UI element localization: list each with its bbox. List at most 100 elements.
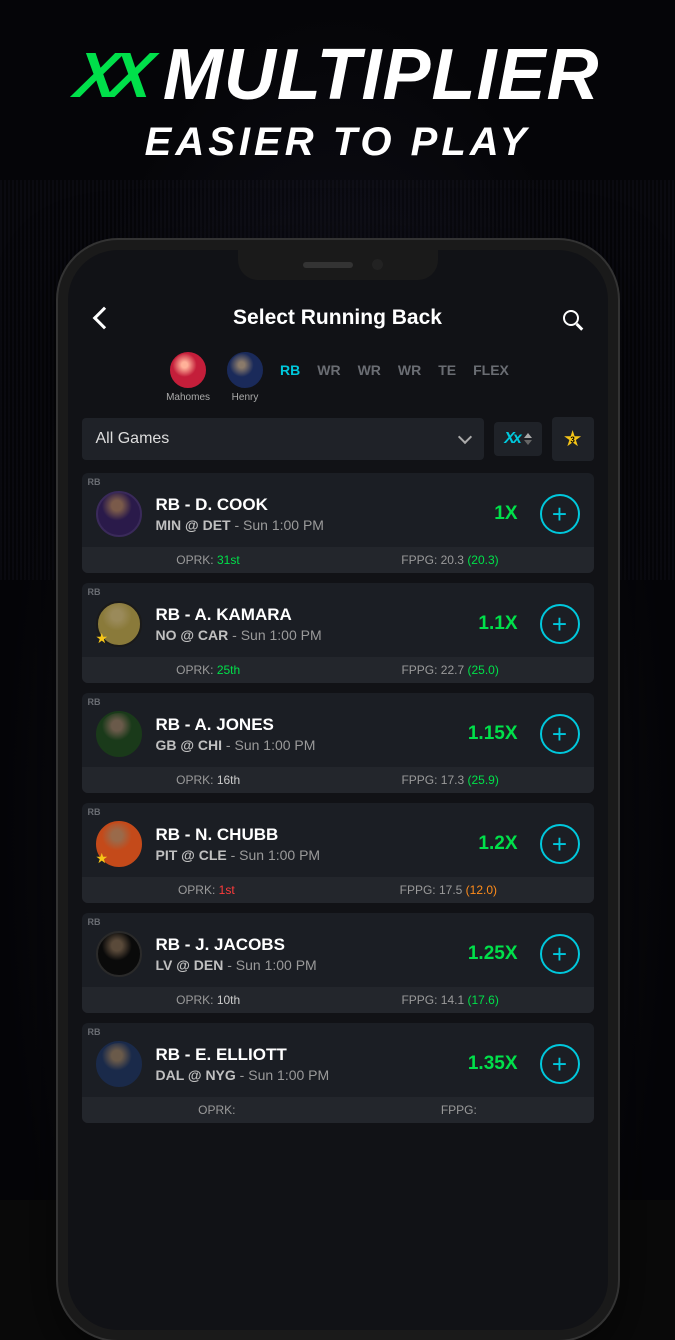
player-avatar[interactable]: [96, 711, 142, 757]
player-game: LV @ DEN - Sun 1:00 PM: [156, 957, 454, 973]
phone-notch: [238, 250, 438, 280]
add-player-button[interactable]: +: [540, 1044, 580, 1084]
player-list[interactable]: RB RB - D. COOK MIN @ DET - Sun 1:00 PM …: [68, 473, 608, 1123]
player-info: RB - J. JACOBS LV @ DEN - Sun 1:00 PM: [156, 935, 454, 973]
player-name: RB - N. CHUBB: [156, 825, 465, 845]
card-main: RB - E. ELLIOTT DAL @ NYG - Sun 1:00 PM …: [82, 1023, 594, 1097]
card-stats: OPRK: 31st FPPG: 20.3 (20.3): [82, 547, 594, 573]
multiplier-value: 1.15X: [468, 723, 518, 745]
player-game: PIT @ CLE - Sun 1:00 PM: [156, 847, 465, 863]
player-name: RB - A. KAMARA: [156, 605, 465, 625]
chevron-down-icon: [458, 430, 472, 444]
nav-bar: Select Running Back: [68, 294, 608, 342]
player-info: RB - A. JONES GB @ CHI - Sun 1:00 PM: [156, 715, 454, 753]
player-card[interactable]: RB RB - D. COOK MIN @ DET - Sun 1:00 PM …: [82, 473, 594, 573]
phone-frame: Select Running Back Mahomes Henry RB WR …: [58, 240, 618, 1340]
position-tag: RB: [88, 807, 101, 817]
position-tag: RB: [88, 697, 101, 707]
oprk-stat: OPRK: 25th: [176, 663, 240, 677]
favorite-star-icon: ★: [96, 850, 109, 867]
filter-bar: All Games Xx ★ 3: [68, 417, 608, 473]
fppg-stat: FPPG: 20.3 (20.3): [401, 553, 498, 567]
fppg-stat: FPPG: 22.7 (25.0): [401, 663, 498, 677]
player-game: MIN @ DET - Sun 1:00 PM: [156, 517, 481, 533]
avatar-icon: [170, 352, 206, 388]
favorites-filter-button[interactable]: ★ 3: [552, 417, 594, 461]
player-info: RB - N. CHUBB PIT @ CLE - Sun 1:00 PM: [156, 825, 465, 863]
multiplier-value: 1.35X: [468, 1053, 518, 1075]
oprk-stat: OPRK: 31st: [176, 553, 239, 567]
oprk-stat: OPRK: 1st: [178, 883, 235, 897]
search-icon: [563, 310, 579, 326]
player-name: RB - D. COOK: [156, 495, 481, 515]
card-main: ★ RB - N. CHUBB PIT @ CLE - Sun 1:00 PM …: [82, 803, 594, 877]
lineup-pick[interactable]: Henry: [227, 352, 263, 403]
card-main: RB - J. JACOBS LV @ DEN - Sun 1:00 PM 1.…: [82, 913, 594, 987]
page-title: Select Running Back: [233, 306, 442, 330]
multiplier-value: 1.25X: [468, 943, 518, 965]
player-card[interactable]: RB RB - J. JACOBS LV @ DEN - Sun 1:00 PM…: [82, 913, 594, 1013]
promo-subtitle: EASIER TO PLAY: [0, 120, 675, 165]
search-button[interactable]: [557, 304, 585, 332]
player-info: RB - A. KAMARA NO @ CAR - Sun 1:00 PM: [156, 605, 465, 643]
position-tag: RB: [88, 587, 101, 597]
position-tag: RB: [88, 1027, 101, 1037]
promo-title: MULTIPLIER: [163, 34, 600, 116]
multiplier-value: 1.1X: [478, 613, 517, 635]
add-player-button[interactable]: +: [540, 934, 580, 974]
avatar-icon: [227, 352, 263, 388]
player-avatar[interactable]: ★: [96, 821, 142, 867]
back-button[interactable]: [90, 304, 118, 332]
player-avatar[interactable]: [96, 1041, 142, 1087]
lineup-bar: Mahomes Henry RB WR WR WR TE FLEX: [68, 342, 608, 417]
position-slot-flex[interactable]: FLEX: [473, 352, 509, 378]
position-slot-wr[interactable]: WR: [317, 352, 340, 378]
card-main: ★ RB - A. KAMARA NO @ CAR - Sun 1:00 PM …: [82, 583, 594, 657]
lineup-name: Mahomes: [166, 392, 210, 403]
favorites-count: 3: [570, 435, 574, 444]
player-info: RB - D. COOK MIN @ DET - Sun 1:00 PM: [156, 495, 481, 533]
player-avatar[interactable]: [96, 491, 142, 537]
player-card[interactable]: RB RB - E. ELLIOTT DAL @ NYG - Sun 1:00 …: [82, 1023, 594, 1123]
player-card[interactable]: RB RB - A. JONES GB @ CHI - Sun 1:00 PM …: [82, 693, 594, 793]
position-slot-te[interactable]: TE: [438, 352, 456, 378]
oprk-stat: OPRK:: [198, 1103, 235, 1117]
oprk-stat: OPRK: 16th: [176, 773, 240, 787]
position-slot-wr[interactable]: WR: [358, 352, 381, 378]
star-icon: ★ 3: [563, 426, 583, 452]
player-game: GB @ CHI - Sun 1:00 PM: [156, 737, 454, 753]
favorite-star-icon: ★: [96, 630, 109, 647]
fppg-stat: FPPG: 17.3 (25.9): [401, 773, 498, 787]
position-tag: RB: [88, 917, 101, 927]
card-stats: OPRK: 1st FPPG: 17.5 (12.0): [82, 877, 594, 903]
lineup-pick[interactable]: Mahomes: [166, 352, 210, 403]
multiplier-value: 1.2X: [478, 833, 517, 855]
position-slot-rb[interactable]: RB: [280, 352, 300, 378]
player-name: RB - E. ELLIOTT: [156, 1045, 454, 1065]
player-name: RB - J. JACOBS: [156, 935, 454, 955]
card-main: RB - D. COOK MIN @ DET - Sun 1:00 PM 1X …: [82, 473, 594, 547]
position-slot-wr[interactable]: WR: [398, 352, 421, 378]
card-main: RB - A. JONES GB @ CHI - Sun 1:00 PM 1.1…: [82, 693, 594, 767]
arrow-left-icon: [92, 307, 115, 330]
add-player-button[interactable]: +: [540, 604, 580, 644]
card-stats: OPRK: 10th FPPG: 14.1 (17.6): [82, 987, 594, 1013]
player-card[interactable]: RB ★ RB - N. CHUBB PIT @ CLE - Sun 1:00 …: [82, 803, 594, 903]
fppg-stat: FPPG: 14.1 (17.6): [401, 993, 498, 1007]
sort-arrows-icon: [524, 433, 532, 445]
lineup-name: Henry: [227, 392, 263, 403]
player-card[interactable]: RB ★ RB - A. KAMARA NO @ CAR - Sun 1:00 …: [82, 583, 594, 683]
player-avatar[interactable]: ★: [96, 601, 142, 647]
player-game: DAL @ NYG - Sun 1:00 PM: [156, 1067, 454, 1083]
add-player-button[interactable]: +: [540, 824, 580, 864]
games-dropdown[interactable]: All Games: [82, 418, 485, 460]
player-name: RB - A. JONES: [156, 715, 454, 735]
sort-multiplier-button[interactable]: Xx: [494, 422, 542, 456]
card-stats: OPRK: 25th FPPG: 22.7 (25.0): [82, 657, 594, 683]
add-player-button[interactable]: +: [540, 714, 580, 754]
player-avatar[interactable]: [96, 931, 142, 977]
add-player-button[interactable]: +: [540, 494, 580, 534]
position-tag: RB: [88, 477, 101, 487]
fppg-stat: FPPG:: [441, 1103, 477, 1117]
player-game: NO @ CAR - Sun 1:00 PM: [156, 627, 465, 643]
